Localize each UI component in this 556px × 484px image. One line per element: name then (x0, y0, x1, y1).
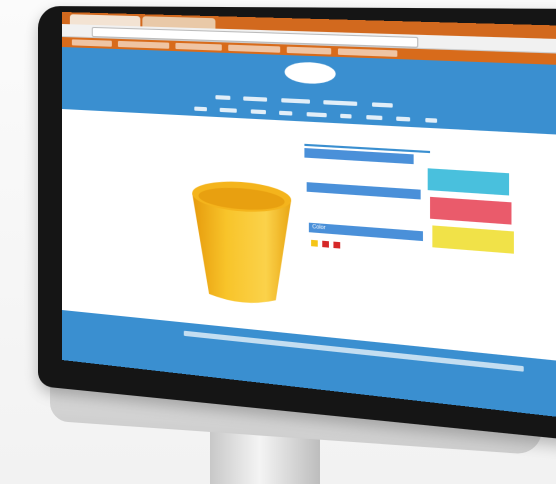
color-header-label: Color (312, 223, 326, 232)
nav-item[interactable] (340, 113, 352, 119)
color-swatch-red[interactable] (333, 241, 341, 249)
product-image[interactable] (184, 170, 302, 316)
nav-item[interactable] (365, 114, 383, 121)
monitor-screen: Color (62, 12, 556, 421)
yellow-cup-image (192, 178, 292, 307)
bookmark-item[interactable] (71, 39, 112, 47)
bookmark-item[interactable] (175, 42, 222, 51)
bookmark-item[interactable] (337, 48, 398, 57)
footer-links[interactable] (183, 330, 524, 372)
nav-item[interactable] (424, 117, 437, 123)
photo-scene: Color (0, 0, 556, 484)
bookmark-item[interactable] (228, 44, 281, 53)
section-header (306, 182, 421, 200)
color-swatch-red[interactable] (322, 240, 329, 248)
nav-item[interactable] (250, 109, 266, 115)
action-button-yellow[interactable] (432, 225, 514, 254)
color-header: Color (308, 222, 423, 242)
nav-item[interactable] (306, 112, 327, 118)
color-swatch-yellow[interactable] (311, 239, 318, 247)
site-logo[interactable] (284, 61, 336, 85)
nav-item[interactable] (194, 106, 207, 112)
nav-item[interactable] (220, 107, 238, 113)
action-button-red[interactable] (430, 196, 512, 225)
bookmark-item[interactable] (117, 40, 170, 49)
bookmark-item[interactable] (286, 46, 332, 55)
nav-item[interactable] (279, 110, 293, 116)
action-button-blue[interactable] (427, 168, 510, 196)
nav-item[interactable] (396, 116, 411, 122)
